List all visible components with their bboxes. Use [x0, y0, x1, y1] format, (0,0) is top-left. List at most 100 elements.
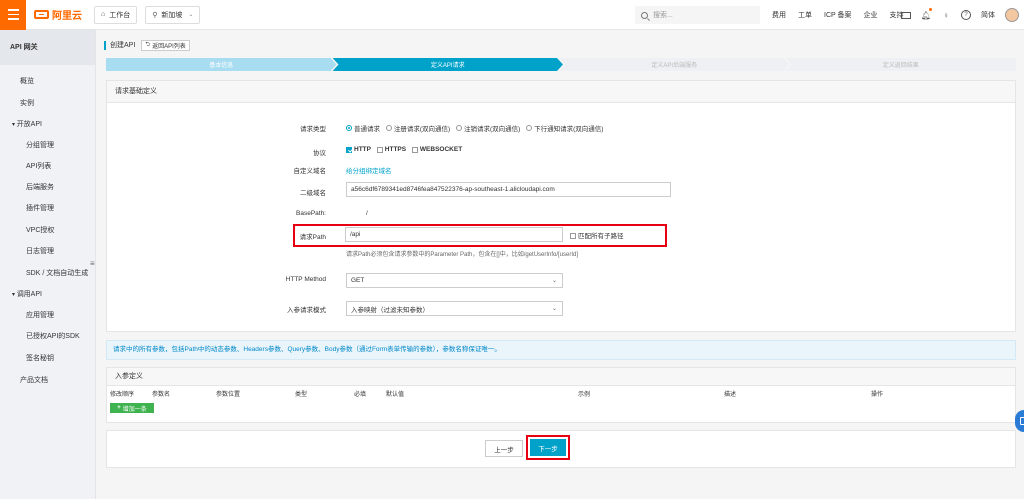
sidebar-item[interactable]: API列表 [0, 161, 96, 171]
http-method-label: HTTP Method [285, 276, 326, 283]
help-icon[interactable]: ? [961, 10, 971, 20]
basepath-value: / [366, 210, 368, 217]
sidebar-item-label: 实例 [20, 100, 34, 107]
col-param-position: 参数位置 [216, 392, 241, 398]
collapse-sidebar-icon[interactable]: ≡ [90, 259, 95, 268]
sidebar-item[interactable]: ▾ 调用API [0, 289, 96, 299]
sidebar-item[interactable]: 实例 [0, 98, 96, 108]
sidebar-item-label: API列表 [26, 163, 52, 170]
col-default: 默认值 [386, 392, 405, 398]
region-selector[interactable]: ⚲ 新加坡 ⌄ [145, 5, 201, 24]
sidebar-item[interactable]: 已授权API的SDK [0, 331, 96, 341]
http-method-select[interactable]: GET ⌄ [346, 273, 563, 288]
radio-register-request[interactable] [385, 125, 392, 131]
sidebar-item[interactable]: 分组管理 [0, 140, 96, 150]
sidebar-item-label: 日志管理 [26, 248, 54, 255]
step-define-backend: 定义API后端服务 [559, 58, 790, 71]
back-to-list-button[interactable]: ⮌ 返回API列表 [141, 39, 190, 51]
radio-unregister-request[interactable] [455, 125, 462, 131]
checkbox-http[interactable] [346, 146, 352, 153]
radio-downstream-label: 下行通知请求(双向通信) [534, 126, 604, 133]
home-icon: ⌂ [101, 11, 106, 18]
http-method-value: GET [351, 277, 365, 284]
checkbox-match-all-subpaths[interactable] [570, 233, 576, 240]
title-accent [104, 40, 106, 50]
checkbox-http-label: HTTP [354, 146, 371, 153]
language-switch[interactable]: 简体 [981, 10, 995, 20]
add-param-button[interactable]: + 增加一条 [110, 403, 154, 413]
match-all-subpaths-label: 匹配所有子路径 [578, 233, 624, 240]
sidebar-item[interactable]: 日志管理 [0, 246, 96, 256]
protocol-checkbox-group: HTTP HTTPS WEBSOCKET [346, 146, 466, 153]
sidebar-item[interactable]: 插件管理 [0, 203, 96, 213]
top-link-billing[interactable]: 费用 [772, 10, 786, 20]
aliyun-logo-icon [34, 10, 49, 19]
top-link-ticket[interactable]: 工单 [798, 10, 812, 20]
bind-domain-link[interactable]: 给分组绑定域名 [346, 165, 392, 175]
checkbox-websocket-label: WEBSOCKET [419, 146, 463, 153]
floating-help-icon[interactable] [1015, 410, 1024, 432]
sidebar-item[interactable]: VPC授权 [0, 225, 96, 235]
top-link-icp[interactable]: ICP 备案 [824, 10, 852, 20]
logo[interactable]: 阿里云 [34, 7, 86, 22]
subdomain-field[interactable]: a56c6df6789341ed8746fea847522376-ap-sout… [346, 182, 671, 197]
mail-icon[interactable] [901, 11, 911, 19]
radio-register-label: 注册请求(双向通信) [393, 126, 451, 133]
radio-normal-request[interactable] [346, 125, 352, 131]
sidebar-item[interactable]: 概览 [0, 76, 96, 86]
sidebar-item-label: SDK / 文档自动生成 [26, 270, 89, 277]
search-input[interactable]: 搜索... [635, 6, 760, 24]
checkbox-https[interactable] [376, 146, 383, 153]
breadcrumb: 创建API ⮌ 返回API列表 [104, 39, 190, 51]
sidebar-item-label: 插件管理 [26, 205, 54, 212]
sidebar-item[interactable]: 产品文档 [0, 375, 96, 385]
basepath-label: BasePath: [296, 210, 326, 217]
sidebar-item[interactable]: SDK / 文档自动生成 [0, 268, 96, 278]
region-label: 新加坡 [161, 11, 183, 19]
prev-step-button[interactable]: 上一步 [485, 440, 523, 457]
step-basic-info: 基本信息 [106, 58, 337, 71]
sidebar-item[interactable]: ▾ 开放API [0, 119, 96, 129]
custom-domain-label: 自定义域名 [293, 168, 327, 175]
sidebar-title: API 网关 [0, 30, 95, 65]
sidebar-item-label: 签名秘钥 [26, 355, 54, 362]
checkbox-https-label: HTTPS [384, 146, 407, 153]
col-order: 修改顺序 [110, 392, 135, 398]
chevron-down-icon: ⌄ [188, 12, 194, 18]
sidebar-item-label: 分组管理 [26, 142, 54, 149]
radio-normal-label: 普通请求 [354, 126, 380, 133]
workbench-button[interactable]: ⌂ 工作台 [94, 5, 138, 24]
search-icon [641, 11, 648, 19]
avatar[interactable] [1005, 8, 1019, 22]
back-label: 返回API列表 [152, 43, 186, 50]
sidebar: API 网关 概览实例 ▾ 开放API 分组管理 API列表后端服务插件管理 VPC授权… [0, 30, 96, 499]
radio-downstream-request[interactable] [526, 125, 533, 131]
main-content: 创建API ⮌ 返回API列表 基本信息 定义API请求 定义API后端服务 定… [96, 30, 1024, 499]
request-definition-panel: 请求基础定义 [106, 80, 1016, 332]
path-input[interactable]: /api [345, 227, 563, 242]
lightbulb-icon[interactable]: ♀ [941, 10, 951, 20]
sidebar-item-label: 开放API [16, 121, 42, 128]
request-type-label: 请求类型 [300, 126, 326, 133]
checkbox-websocket[interactable] [411, 146, 418, 153]
sidebar-item[interactable]: 应用管理 [0, 310, 96, 320]
bell-icon[interactable]: 🔔︎ [921, 8, 932, 20]
col-param-name: 参数名 [152, 392, 171, 398]
sidebar-item-label: 已授权API的SDK [26, 333, 80, 340]
col-actions: 操作 [871, 392, 884, 398]
sidebar-item-label: 产品文档 [20, 377, 48, 384]
params-notice: 请求中的所有参数，包括Path中的动态参数、Headers参数、Query参数、… [106, 340, 1016, 360]
chevron-down-icon: ⌄ [551, 278, 557, 284]
search-placeholder: 搜索... [653, 12, 673, 19]
request-type-radio-group: 普通请求 注册请求(双向通信) 注销请求(双向通信) 下行通知请求(双向通信) [346, 123, 607, 133]
col-example: 示例 [578, 392, 591, 398]
next-step-button[interactable]: 下一步 [530, 439, 566, 456]
request-mode-select[interactable]: 入参映射（过滤未知参数） ⌄ [346, 301, 563, 316]
request-mode-label: 入参请求模式 [287, 307, 326, 314]
top-link-enterprise[interactable]: 企业 [864, 10, 878, 20]
sidebar-item[interactable]: 后端服务 [0, 182, 96, 192]
section-title: 请求基础定义 [107, 81, 1015, 103]
sidebar-item[interactable]: 签名秘钥 [0, 353, 96, 363]
menu-icon[interactable] [0, 0, 26, 30]
plus-icon: + [117, 405, 121, 411]
